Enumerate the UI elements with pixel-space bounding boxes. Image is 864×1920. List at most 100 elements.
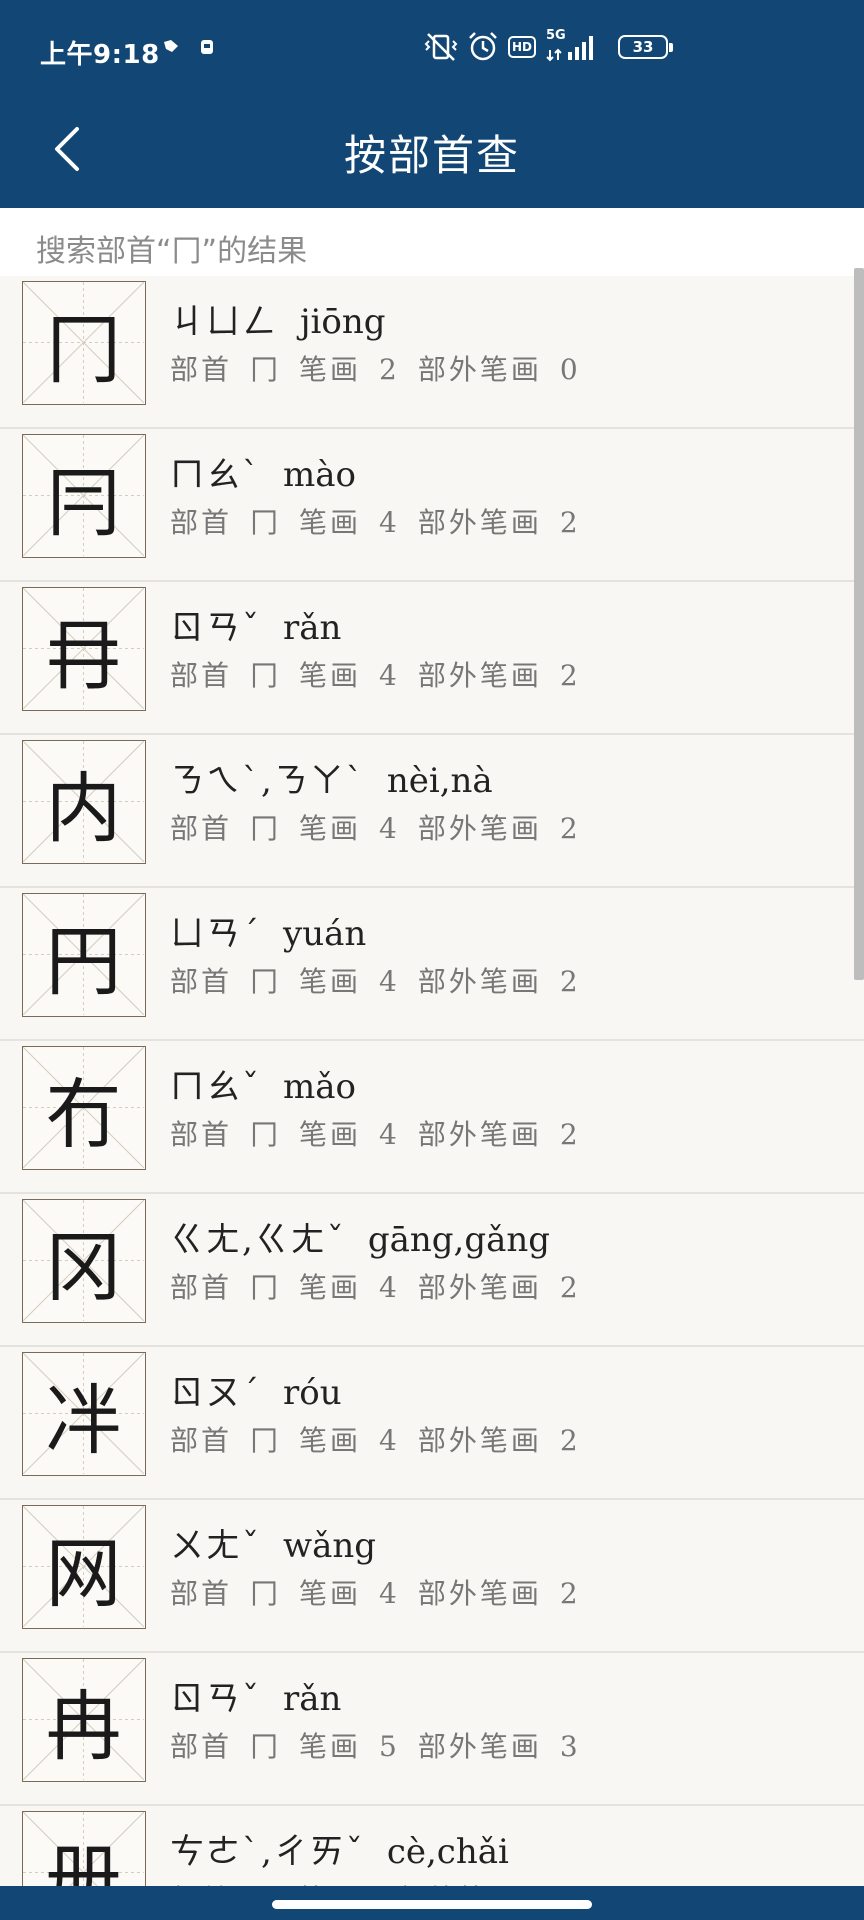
strokes-label: 笔画 <box>299 1271 362 1304</box>
stroke-info: 部首冂笔画 4 部外笔画 2 <box>170 654 599 694</box>
strokes-label: 笔画 <box>299 812 362 845</box>
radical-label: 部首 <box>170 506 233 539</box>
zhuyin: ㄐㄩㄥ <box>170 302 278 342</box>
extra-strokes-label: 部外笔画 <box>417 353 542 386</box>
strokes-value: 4 <box>379 1424 400 1457</box>
status-icons: HD 5G 33 <box>424 28 673 64</box>
radical-value: 冂 <box>250 812 282 845</box>
extra-strokes-label: 部外笔画 <box>417 1577 542 1610</box>
radical-label: 部首 <box>170 1118 233 1151</box>
list-item[interactable]: 册 ㄘㄜˋ,ㄔㄞˇ cè,chǎi 部首冂笔画部外笔画 <box>0 1806 864 1886</box>
stroke-info: 部首冂笔画 2 部外笔画 0 <box>170 348 599 388</box>
extra-strokes-value: 0 <box>559 353 581 386</box>
radical-value: 冂 <box>250 659 282 692</box>
pinyin: yuán <box>283 914 367 954</box>
extra-strokes-value: 2 <box>559 1271 581 1304</box>
zhuyin: ㄨㄤˇ <box>170 1526 261 1566</box>
strokes-label: 笔画 <box>299 1730 362 1763</box>
radical-label: 部首 <box>170 1424 233 1457</box>
list-item[interactable]: 円 ㄩㄢˊ yuán 部首冂笔画 4 部外笔画 2 <box>0 888 864 1041</box>
pronunciation: ㄩㄢˊ yuán <box>170 906 366 955</box>
pinyin: nèi,nà <box>386 761 493 801</box>
radical-value: 冂 <box>250 1424 282 1457</box>
character-glyph: 内 <box>45 763 122 853</box>
pinyin: rǎn <box>283 608 342 648</box>
pinyin: wǎng <box>283 1526 377 1566</box>
stroke-info: 部首冂笔画 4 部外笔画 2 <box>170 501 599 541</box>
character-glyph: 冉 <box>45 1681 122 1771</box>
pronunciation: ㄍㄤ,ㄍㄤˇ gāng,gǎng <box>170 1212 550 1261</box>
list-item[interactable]: 冇 ㄇㄠˇ mǎo 部首冂笔画 4 部外笔画 2 <box>0 1041 864 1194</box>
character-glyph: 冈 <box>45 1222 122 1312</box>
radical-value: 冂 <box>250 1577 282 1610</box>
extra-strokes-label: 部外笔画 <box>417 965 542 998</box>
strokes-value: 4 <box>379 812 400 845</box>
radical-label: 部首 <box>170 1730 233 1763</box>
radical-value: 冂 <box>250 353 282 386</box>
list-item[interactable]: 冈 ㄍㄤ,ㄍㄤˇ gāng,gǎng 部首冂笔画 4 部外笔画 2 <box>0 1194 864 1347</box>
battery-icon: 33 <box>618 35 673 59</box>
extra-strokes-label: 部外笔画 <box>417 1271 542 1304</box>
pronunciation: ㄖㄢˇ rǎn <box>170 600 341 649</box>
list-item[interactable]: 冉 ㄖㄢˇ rǎn 部首冂笔画 5 部外笔画 3 <box>0 1653 864 1806</box>
extra-strokes-label: 部外笔画 <box>417 659 542 692</box>
pinyin: rǎn <box>283 1679 342 1719</box>
stroke-info: 部首冂笔画 5 部外笔画 3 <box>170 1725 599 1765</box>
scrollbar[interactable] <box>854 268 864 980</box>
radical-value: 冂 <box>250 1118 282 1151</box>
list-item[interactable]: 冃 ㄇㄠˋ mào 部首冂笔画 4 部外笔画 2 <box>0 429 864 582</box>
radical-value: 冂 <box>250 506 282 539</box>
character-grid-box: 冂 <box>22 281 146 405</box>
app-bar: 按部首查 <box>0 104 864 208</box>
character-glyph: 冃 <box>45 457 122 547</box>
character-grid-box: 冄 <box>22 587 146 711</box>
hd-icon: HD <box>508 36 536 58</box>
page-title: 按部首查 <box>343 131 520 180</box>
character-list[interactable]: 冂ㄐㄩㄥ jiōng 部首冂笔画 2 部外笔画 0 冃ㄇㄠˋ mào 部首冂笔画 4 部外笔画 2 冄ㄖ… <box>0 276 864 1886</box>
character-grid-box: 冇 <box>22 1046 146 1170</box>
radical-label: 部首 <box>170 1577 233 1610</box>
alarm-icon <box>469 32 497 61</box>
extra-strokes-value: 2 <box>559 1577 581 1610</box>
extra-strokes-label: 部外笔画 <box>417 812 542 845</box>
pinyin: róu <box>283 1373 342 1413</box>
character-grid-box: 册 <box>22 1811 146 1886</box>
extra-strokes-value: 2 <box>559 965 581 998</box>
zhuyin: ㄖㄡˊ <box>170 1373 261 1413</box>
radical-value: 冂 <box>250 965 282 998</box>
pronunciation: ㄘㄜˋ,ㄔㄞˇ cè,chǎi <box>170 1824 509 1873</box>
character-glyph: 円 <box>45 916 122 1006</box>
list-item[interactable]: 网 ㄨㄤˇ wǎng 部首冂笔画 4 部外笔画 2 <box>0 1500 864 1653</box>
pinyin: jiōng <box>300 302 386 342</box>
notification-icon <box>201 40 213 54</box>
home-indicator[interactable] <box>272 1900 592 1909</box>
character-grid-box: 冃 <box>22 434 146 558</box>
stroke-info: 部首冂笔画 4 部外笔画 2 <box>170 807 599 847</box>
extra-strokes-value: 2 <box>559 506 581 539</box>
character-grid-box: 円 <box>22 893 146 1017</box>
navigation-bar <box>0 1886 864 1920</box>
list-item[interactable]: 冂ㄐㄩㄥ jiōng 部首冂笔画 2 部外笔画 0 <box>0 276 864 429</box>
strokes-value: 4 <box>379 965 400 998</box>
list-item[interactable]: 冄 ㄖㄢˇ rǎn 部首冂笔画 4 部外笔画 2 <box>0 582 864 735</box>
zhuyin: ㄇㄠˋ <box>170 455 261 495</box>
radical-label: 部首 <box>170 659 233 692</box>
strokes-value: 4 <box>379 1271 400 1304</box>
zhuyin: ㄋㄟˋ,ㄋㄚˋ <box>170 761 365 801</box>
pinyin: cè,chǎi <box>386 1832 509 1872</box>
list-item[interactable]: 冸 ㄖㄡˊ róu 部首冂笔画 4 部外笔画 2 <box>0 1347 864 1500</box>
strokes-label: 笔画 <box>299 1577 362 1610</box>
signal-icon: 5G <box>544 28 604 64</box>
strokes-value: 2 <box>379 353 400 386</box>
pronunciation: ㄇㄠˇ mǎo <box>170 1059 356 1108</box>
extra-strokes-label: 部外笔画 <box>417 1730 542 1763</box>
character-grid-box: 冉 <box>22 1658 146 1782</box>
extra-strokes-value: 2 <box>559 659 581 692</box>
character-grid-box: 冈 <box>22 1199 146 1323</box>
character-glyph: 册 <box>45 1834 122 1887</box>
list-item[interactable]: 内 ㄋㄟˋ,ㄋㄚˋ nèi,nà 部首冂笔画 4 部外笔画 2 <box>0 735 864 888</box>
strokes-value: 4 <box>379 506 400 539</box>
strokes-value: 4 <box>379 1577 400 1610</box>
strokes-label: 笔画 <box>299 506 362 539</box>
extra-strokes-value: 2 <box>559 1424 581 1457</box>
